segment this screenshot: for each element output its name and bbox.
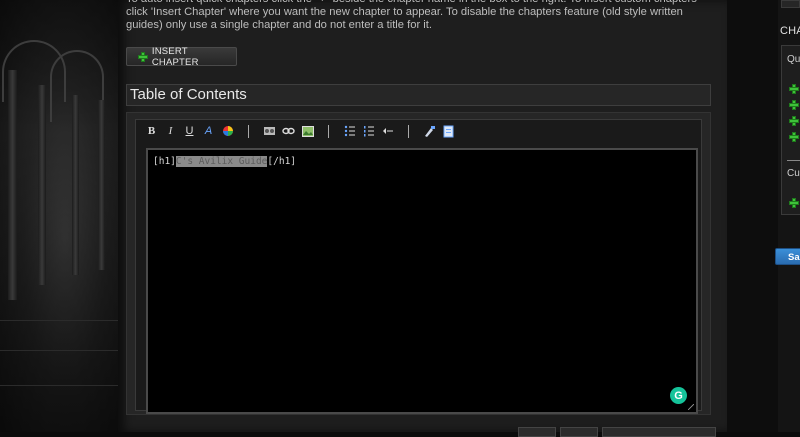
font-icon[interactable]: A: [201, 124, 216, 139]
chapters-heading: CHA: [780, 25, 800, 37]
plus-icon[interactable]: [789, 132, 799, 142]
plus-icon: [138, 51, 148, 62]
chapters-box: [781, 45, 800, 215]
numbered-list-icon[interactable]: [361, 124, 376, 139]
close-tag: [/h1]: [267, 156, 297, 167]
plus-icon[interactable]: [789, 100, 799, 110]
insert-chapter-label: INSERT CHAPTER: [151, 45, 199, 68]
image-icon[interactable]: [300, 124, 315, 139]
bullet-list-icon[interactable]: [342, 124, 357, 139]
source-icon[interactable]: [441, 124, 456, 139]
indent-icon[interactable]: [380, 124, 395, 139]
toolbar-separator: [408, 124, 409, 138]
editor-container: B I U A [h1]C's Avilix Guide[/h1] G: [126, 112, 711, 415]
color-icon[interactable]: [220, 124, 235, 139]
toolbar-separator: [328, 124, 329, 138]
media-icon[interactable]: [262, 124, 277, 139]
resize-handle[interactable]: [688, 404, 694, 410]
bottom-button[interactable]: [560, 427, 598, 437]
grammarly-icon[interactable]: G: [670, 387, 687, 404]
save-button[interactable]: Sa: [775, 248, 800, 265]
open-tag: [h1]: [153, 156, 176, 167]
editor-textarea[interactable]: [h1]C's Avilix Guide[/h1] G: [146, 148, 698, 414]
editor-toolbar: B I U A: [136, 120, 701, 142]
editor-content: [h1]C's Avilix Guide[/h1]: [153, 156, 296, 167]
toolbar-separator: [248, 124, 249, 138]
main-content: To auto insert quick chapters click the …: [118, 0, 727, 437]
plus-icon[interactable]: [789, 198, 799, 208]
right-gutter: [727, 0, 778, 432]
instructions-text: To auto insert quick chapters click the …: [126, 0, 697, 31]
background-scene: [0, 0, 118, 432]
right-panel-top-box: [781, 0, 800, 8]
quick-chapters-label: Qu: [787, 54, 800, 65]
bold-icon[interactable]: B: [144, 124, 159, 139]
bottom-button[interactable]: [602, 427, 716, 437]
link-icon[interactable]: [281, 124, 296, 139]
chapter-title-field[interactable]: Table of Contents: [126, 84, 711, 106]
plus-icon[interactable]: [789, 116, 799, 126]
underline-icon[interactable]: U: [182, 124, 197, 139]
editor-frame: B I U A [h1]C's Avilix Guide[/h1] G: [135, 119, 702, 414]
bottom-button[interactable]: [518, 427, 556, 437]
divider: [787, 160, 800, 161]
chapter-title-text: Table of Contents: [130, 86, 247, 103]
plus-icon[interactable]: [789, 84, 799, 94]
selected-text: C's Avilix Guide: [175, 156, 268, 167]
insert-chapter-button[interactable]: INSERT CHAPTER: [126, 45, 237, 68]
italic-icon[interactable]: I: [163, 124, 178, 139]
custom-chapters-label: Cu: [787, 168, 800, 179]
format-icon[interactable]: [422, 124, 437, 139]
